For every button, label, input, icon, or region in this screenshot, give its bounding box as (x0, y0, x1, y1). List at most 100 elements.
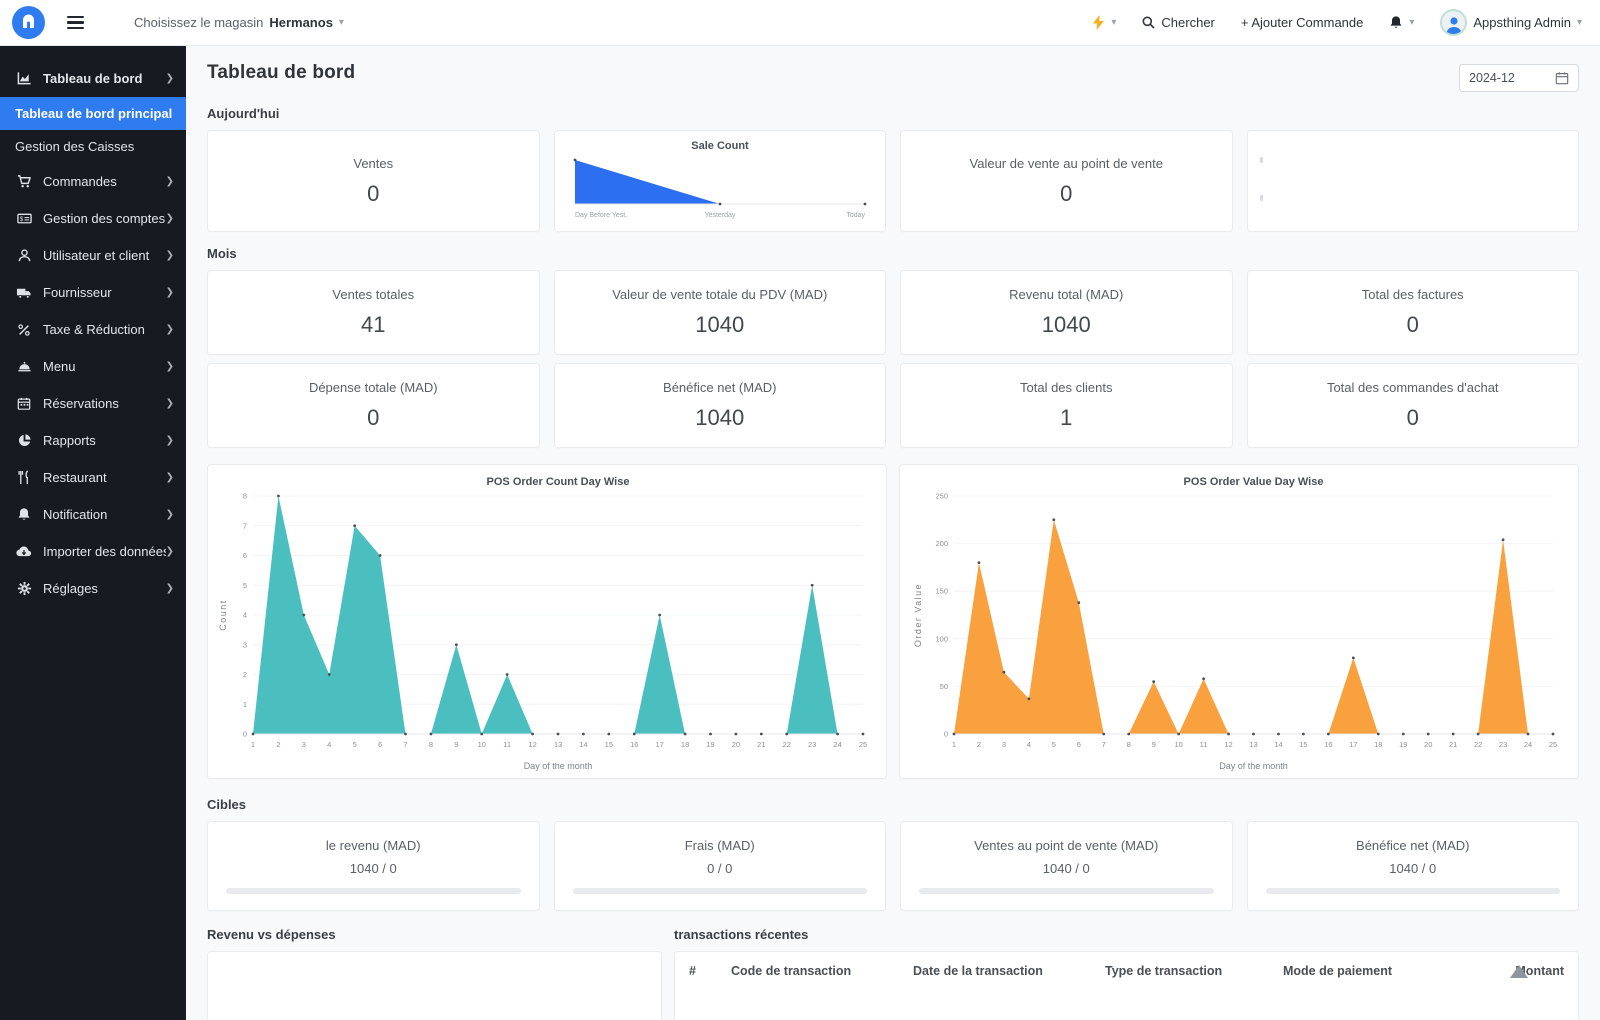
sidebar-item-rapports[interactable]: Rapports ❯ (0, 422, 186, 459)
cloud-download-icon (16, 544, 32, 560)
search-button[interactable]: Chercher (1142, 15, 1214, 30)
pos-order-count-chart: 0123456781234567891011121314151617181920… (217, 472, 877, 772)
main-content: Tableau de bord Aujourd'hui Ventes 0 Day… (186, 46, 1600, 1020)
stat-label: Valeur de vente au point de vente (960, 156, 1173, 171)
truck-icon (16, 285, 32, 301)
stat-value: 1040 (1042, 312, 1091, 338)
pos-order-value-chart-card: 0501001502002501234567891011121314151617… (899, 464, 1579, 779)
app-logo[interactable] (12, 6, 45, 39)
sidebar-item-reglages[interactable]: Réglages ❯ (0, 570, 186, 607)
svg-text:100: 100 (935, 634, 948, 643)
svg-text:3: 3 (243, 640, 247, 649)
sale-count-chart: Day Before Yest.YesterdayTodaySale Count (565, 138, 875, 224)
svg-text:9: 9 (1151, 740, 1155, 749)
svg-text:9: 9 (454, 740, 458, 749)
sale-count-chart-card: Day Before Yest.YesterdayTodaySale Count (554, 130, 887, 232)
sidebar-item-importer-des-donnees[interactable]: Importer des données ❯ (0, 533, 186, 570)
svg-text:17: 17 (1349, 740, 1357, 749)
svg-text:12: 12 (1224, 740, 1232, 749)
target-label: le revenu (MAD) (316, 838, 431, 853)
user-avatar (1440, 9, 1467, 36)
store-selector-value: Hermanos (269, 15, 333, 30)
month-picker[interactable] (1459, 64, 1579, 92)
svg-text:11: 11 (503, 740, 511, 749)
svg-text:10: 10 (1174, 740, 1182, 749)
svg-text:$: $ (19, 216, 23, 223)
store-selector-label: Choisissez le magasin (134, 15, 263, 30)
svg-text:1: 1 (243, 699, 247, 708)
pos-order-value-chart: 0501001502002501234567891011121314151617… (912, 472, 1567, 772)
section-header-revenu-vs-depenses: Revenu vs dépenses (207, 927, 662, 942)
chevron-right-icon: ❯ (166, 546, 174, 557)
target-card-ventes-pdv: Ventes au point de vente (MAD) 1040 / 0 (900, 821, 1233, 911)
target-label: Ventes au point de vente (MAD) (964, 838, 1168, 853)
stat-label: Valeur de vente totale du PDV (MAD) (602, 287, 837, 302)
svg-text:Day of the month: Day of the month (1219, 761, 1288, 771)
recent-transactions-card: # Code de transaction Date de la transac… (674, 951, 1579, 1020)
sidebar-item-notification[interactable]: Notification ❯ (0, 496, 186, 533)
target-progress-bar (226, 888, 521, 894)
stat-label: Ventes totales (322, 287, 424, 302)
svg-text:5: 5 (1051, 740, 1055, 749)
sidebar-item-gestion-des-comptes[interactable]: $ Gestion des comptes ❯ (0, 200, 186, 237)
sidebar-item-label: Utilisateur et client (43, 248, 166, 263)
scroll-to-top-button[interactable] (1510, 965, 1528, 978)
notifications-button[interactable]: ▾ (1389, 15, 1414, 30)
sidebar-item-fournisseur[interactable]: Fournisseur ❯ (0, 274, 186, 311)
target-label: Frais (MAD) (675, 838, 765, 853)
svg-text:Count: Count (218, 599, 228, 631)
column-header: Mode de paiement (1283, 964, 1495, 978)
chevron-down-icon: ▾ (1111, 17, 1116, 28)
svg-text:12: 12 (528, 740, 536, 749)
svg-text:4: 4 (1026, 740, 1030, 749)
stat-card-valeur-pdv: Valeur de vente au point de vente 0 (900, 130, 1233, 232)
sidebar-item-tableau-de-bord[interactable]: Tableau de bord ❯ (0, 60, 186, 97)
svg-text:4: 4 (243, 610, 247, 619)
sidebar-item-label: Restaurant (43, 470, 166, 485)
target-card-frais: Frais (MAD) 0 / 0 (554, 821, 887, 911)
sidebar-item-utilisateur-et-client[interactable]: Utilisateur et client ❯ (0, 237, 186, 274)
sidebar-item-tableau-de-bord-principal[interactable]: Tableau de bord principal (0, 97, 186, 130)
target-label: Bénéfice net (MAD) (1346, 838, 1479, 853)
store-selector[interactable]: Choisissez le magasin Hermanos ▾ (134, 15, 344, 30)
sidebar-nav: Tableau de bord ❯ Tableau de bord princi… (0, 46, 186, 1020)
sidebar-item-taxe-reduction[interactable]: Taxe & Réduction ❯ (0, 311, 186, 348)
svg-text:Today: Today (846, 212, 865, 219)
user-menu[interactable]: Appsthing Admin ▾ (1440, 9, 1582, 36)
svg-text:1: 1 (951, 740, 955, 749)
chevron-right-icon: ❯ (166, 435, 174, 446)
sidebar-item-label: Gestion des Caisses (15, 139, 174, 154)
stat-label: Total des clients (1010, 380, 1123, 395)
svg-text:6: 6 (243, 551, 247, 560)
hamburger-menu-icon[interactable] (67, 16, 84, 30)
transactions-table-header: # Code de transaction Date de la transac… (675, 952, 1578, 988)
line-chart-icon (16, 71, 32, 87)
svg-text:3: 3 (1001, 740, 1005, 749)
stat-card-total-factures: Total des factures 0 (1247, 270, 1580, 355)
svg-text:7: 7 (243, 521, 247, 530)
sidebar-item-commandes[interactable]: Commandes ❯ (0, 163, 186, 200)
svg-text:0: 0 (243, 729, 247, 738)
sidebar-item-restaurant[interactable]: Restaurant ❯ (0, 459, 186, 496)
stat-card-ventes-totales: Ventes totales 41 (207, 270, 540, 355)
quick-actions-menu[interactable]: ▾ (1092, 15, 1116, 30)
percent-icon (16, 322, 32, 338)
chevron-right-icon: ❯ (166, 472, 174, 483)
svg-text:14: 14 (579, 740, 587, 749)
svg-text:Sale Count: Sale Count (691, 140, 749, 152)
month-picker-input[interactable] (1469, 71, 1547, 85)
sidebar-item-menu[interactable]: Menu ❯ (0, 348, 186, 385)
svg-text:21: 21 (757, 740, 765, 749)
lightning-bolt-icon (1092, 15, 1105, 30)
svg-text:23: 23 (1498, 740, 1506, 749)
stat-card-total-commandes-achat: Total des commandes d'achat 0 (1247, 363, 1580, 448)
chevron-right-icon: ❯ (166, 324, 174, 335)
add-order-button[interactable]: + Ajouter Commande (1241, 15, 1363, 30)
top-navbar: Choisissez le magasin Hermanos ▾ ▾ Cherc… (0, 0, 1600, 46)
svg-text:22: 22 (1473, 740, 1481, 749)
sidebar-item-gestion-des-caisses[interactable]: Gestion des Caisses (0, 130, 186, 163)
chevron-right-icon: ❯ (166, 213, 174, 224)
sidebar-item-reservations[interactable]: Réservations ❯ (0, 385, 186, 422)
svg-text:2: 2 (243, 670, 247, 679)
stat-card-revenu-total: Revenu total (MAD) 1040 (900, 270, 1233, 355)
